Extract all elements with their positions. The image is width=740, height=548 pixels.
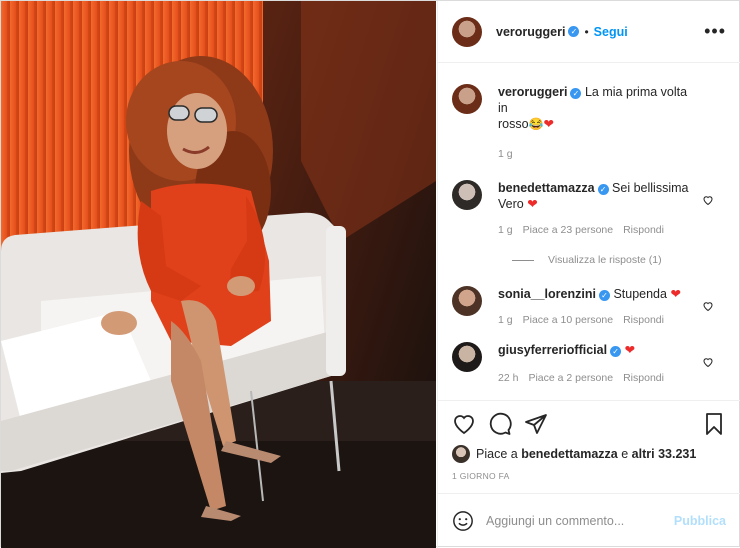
publish-button[interactable]: Pubblica bbox=[674, 514, 726, 528]
heart-emoji-icon: ❤ bbox=[527, 197, 538, 211]
comment-meta: 1 g Piace a 23 persone Rispondi bbox=[498, 222, 698, 238]
post-sidebar: veroruggeri ✓ • Segui ••• veroruggeri ✓ L… bbox=[437, 1, 740, 548]
likes-summary: Piace a benedettamazza e altri 33.231 bbox=[452, 445, 726, 463]
comment-username[interactable]: benedettamazza bbox=[498, 181, 595, 195]
grin-emoji-icon: 😂 bbox=[528, 117, 544, 131]
emoji-smiley-icon[interactable] bbox=[452, 510, 474, 532]
verified-badge-icon: ✓ bbox=[597, 184, 609, 195]
author-username[interactable]: veroruggeri bbox=[496, 25, 565, 39]
like-comment-heart-icon[interactable] bbox=[702, 356, 714, 368]
caption-body: veroruggeri ✓ La mia prima volta in rosso… bbox=[498, 84, 698, 162]
liker-avatar[interactable] bbox=[452, 445, 470, 463]
post-actions: Piace a benedettamazza e altri 33.231 1 … bbox=[438, 400, 740, 481]
likes-others[interactable]: altri 33.231 bbox=[632, 447, 697, 461]
post-image bbox=[1, 1, 436, 548]
likes-user[interactable]: benedettamazza bbox=[521, 447, 618, 461]
likes-prefix: Piace a bbox=[476, 447, 518, 461]
post-time[interactable]: 1 GIORNO FA bbox=[452, 471, 726, 481]
caption-meta: 1 g bbox=[498, 146, 698, 162]
comment-likes[interactable]: Piace a 10 persone bbox=[523, 312, 613, 328]
comment-item: giusyferreriofficial ✓ ❤ 22 h Piace a 2 p… bbox=[452, 342, 726, 386]
comment-input[interactable] bbox=[486, 513, 674, 528]
author-info: veroruggeri ✓ • Segui bbox=[496, 25, 628, 39]
heart-emoji-icon: ❤ bbox=[670, 287, 681, 301]
comment-likes[interactable]: Piace a 23 persone bbox=[523, 222, 613, 238]
caption-text-line2: rosso bbox=[498, 117, 529, 131]
save-bookmark-icon[interactable] bbox=[702, 412, 726, 436]
reply-button[interactable]: Rispondi bbox=[623, 370, 664, 386]
heart-emoji-icon: ❤ bbox=[624, 343, 636, 357]
verified-badge-icon: ✓ bbox=[610, 346, 622, 357]
comment-time: 1 g bbox=[498, 224, 513, 236]
comment-body: benedettamazza ✓ Sei bellissima Vero ❤ 1 … bbox=[498, 180, 698, 238]
verified-badge-icon: ✓ bbox=[570, 88, 582, 99]
comment-avatar[interactable] bbox=[452, 342, 482, 372]
like-comment-heart-icon[interactable] bbox=[702, 194, 714, 206]
comment-text-line2: Vero bbox=[498, 197, 524, 211]
comment-text: Stupenda bbox=[613, 287, 667, 301]
add-comment-bar: Pubblica bbox=[438, 493, 740, 547]
comment-username[interactable]: giusyferreriofficial bbox=[498, 343, 607, 357]
action-bar bbox=[452, 411, 726, 437]
view-replies-button[interactable]: Visualizza le risposte (1) bbox=[512, 254, 726, 266]
comment-avatar[interactable] bbox=[452, 286, 482, 316]
like-comment-heart-icon[interactable] bbox=[702, 300, 714, 312]
verified-badge-icon: ✓ bbox=[598, 290, 610, 301]
view-replies-label[interactable]: Visualizza le risposte (1) bbox=[548, 254, 662, 266]
post-header: veroruggeri ✓ • Segui ••• bbox=[438, 1, 740, 63]
comment-meta: 1 g Piace a 10 persone Rispondi bbox=[498, 312, 698, 328]
comment-text-line1: Sei bellissima bbox=[612, 181, 689, 195]
comment-time: 1 g bbox=[498, 314, 513, 326]
caption-time: 1 g bbox=[498, 148, 513, 160]
reply-button[interactable]: Rispondi bbox=[623, 222, 664, 238]
instagram-post: veroruggeri ✓ • Segui ••• veroruggeri ✓ L… bbox=[0, 0, 740, 548]
comment-likes[interactable]: Piace a 2 persone bbox=[528, 370, 613, 386]
comment-username[interactable]: sonia__lorenzini bbox=[498, 287, 596, 301]
likes-middle: e bbox=[621, 447, 629, 461]
caption-avatar[interactable] bbox=[452, 84, 482, 114]
comment-item: benedettamazza ✓ Sei bellissima Vero ❤ 1 … bbox=[452, 180, 726, 238]
caption: veroruggeri ✓ La mia prima volta in rosso… bbox=[452, 84, 726, 162]
header-separator: • bbox=[584, 24, 589, 39]
follow-button[interactable]: Segui bbox=[594, 25, 628, 39]
like-heart-icon[interactable] bbox=[452, 412, 476, 436]
caption-username[interactable]: veroruggeri bbox=[498, 85, 567, 99]
comment-body: sonia__lorenzini ✓ Stupenda ❤ 1 g Piace a… bbox=[498, 286, 698, 328]
more-horizontal-icon[interactable]: ••• bbox=[704, 21, 726, 42]
comments-list[interactable]: veroruggeri ✓ La mia prima volta in rosso… bbox=[438, 64, 740, 400]
author-avatar[interactable] bbox=[452, 16, 482, 47]
comment-avatar[interactable] bbox=[452, 180, 482, 210]
share-paper-plane-icon[interactable] bbox=[524, 412, 548, 436]
comment-meta: 22 h Piace a 2 persone Rispondi bbox=[498, 370, 698, 386]
post-photo[interactable] bbox=[1, 1, 436, 548]
reply-button[interactable]: Rispondi bbox=[623, 312, 664, 328]
replies-divider bbox=[512, 259, 534, 261]
comment-time: 22 h bbox=[498, 372, 519, 384]
comment-item: sonia__lorenzini ✓ Stupenda ❤ 1 g Piace a… bbox=[452, 286, 726, 328]
comment-bubble-icon[interactable] bbox=[488, 412, 512, 436]
comment-body: giusyferreriofficial ✓ ❤ 22 h Piace a 2 p… bbox=[498, 342, 698, 386]
verified-badge-icon: ✓ bbox=[568, 26, 580, 37]
heart-emoji-icon: ❤ bbox=[543, 117, 555, 131]
